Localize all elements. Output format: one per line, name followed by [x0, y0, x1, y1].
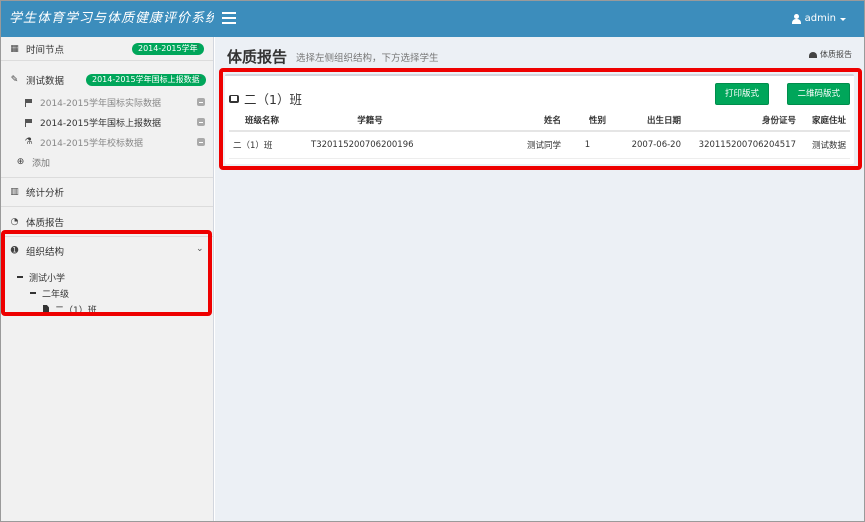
col-name[interactable]: 姓名 — [445, 110, 565, 132]
app-title: 学生体育学习与体质健康评价系统 — [1, 1, 214, 37]
tree-node-label: 二（1）班 — [55, 305, 97, 316]
add-button[interactable]: ⊕ 添加 — [1, 152, 213, 172]
sidebar-toggle-icon[interactable] — [222, 12, 236, 24]
cell-gender: 1 — [565, 131, 610, 159]
cell-birthdate: 2007-06-20 — [610, 131, 685, 159]
cell-id-number: 320115200706204517 — [685, 131, 800, 159]
chevron-down-icon: ⌄ — [196, 244, 204, 254]
tree-node-label: 二年级 — [42, 289, 70, 300]
col-address[interactable]: 家庭住址 — [800, 110, 850, 132]
breadcrumb-label: 体质报告 — [820, 50, 852, 59]
tree-node-grade[interactable]: 二年级 — [1, 285, 213, 301]
inbox-icon — [229, 94, 239, 103]
user-name: admin — [804, 13, 836, 24]
sidebar-item-stats[interactable]: ▥ 统计分析 — [1, 177, 213, 207]
add-label: 添加 — [32, 158, 51, 169]
panel-title-text: 二（1）班 — [244, 92, 302, 107]
chevron-circle-icon: ➊ — [10, 246, 19, 256]
tree-node-school[interactable]: 测试小学 — [1, 269, 213, 285]
table-row[interactable]: 二（1）班 T320115200706200196 测试同学 1 2007-06… — [229, 131, 850, 159]
edit-icon: ✎ — [10, 74, 19, 85]
cell-class: 二（1）班 — [229, 131, 295, 159]
subitem-label: 2014-2015学年国标上报数据 — [40, 118, 162, 129]
org-tree: 测试小学 二年级 二（1）班 — [1, 265, 213, 321]
print-layout-button[interactable]: 打印版式 — [714, 83, 769, 105]
sidebar-item-label: 时间节点 — [26, 44, 65, 56]
user-icon — [791, 14, 801, 24]
collapse-icon — [30, 292, 36, 294]
col-class[interactable]: 班级名称 — [229, 110, 295, 132]
flask-icon: ⚗ — [24, 137, 33, 147]
sidebar-item-test-data[interactable]: ✎ 测试数据 2014-2015学年国标上报数据 ⌄ — [1, 67, 213, 92]
sidebar-item-label: 组织结构 — [26, 247, 65, 258]
page-title: 体质报告 — [227, 48, 288, 66]
collapse-icon — [17, 276, 23, 278]
flag-icon — [23, 118, 34, 127]
col-id-number[interactable]: 身份证号 — [685, 110, 800, 132]
chevron-down-icon: ⌄ — [196, 72, 204, 82]
main-content: 体质报告 选择左侧组织结构，下方选择学生 体质报告 二（1）班 打印版式 二维码… — [215, 37, 864, 521]
sidebar-item-report[interactable]: ◔ 体质报告 — [1, 207, 213, 237]
sidebar-subitem-reported[interactable]: 2014-2015学年国标上报数据 — [1, 112, 213, 132]
top-navbar: admin — [214, 1, 864, 37]
time-node-badge: 2014-2015学年 — [132, 43, 204, 55]
calendar-icon: ▦ — [10, 43, 19, 54]
dashboard-icon: ◔ — [10, 216, 19, 227]
sidebar-subitem-actual[interactable]: 2014-2015学年国标实际数据 — [1, 92, 213, 112]
sidebar-item-label: 体质报告 — [26, 217, 65, 229]
sidebar-item-label: 统计分析 — [26, 188, 65, 199]
sidebar-item-label: 测试数据 — [26, 75, 65, 87]
flag-icon — [23, 98, 34, 107]
breadcrumb[interactable]: 体质报告 — [809, 49, 852, 60]
test-data-badge: 2014-2015学年国标上报数据 — [86, 74, 206, 86]
caret-down-icon — [840, 17, 846, 21]
sidebar-item-time-node[interactable]: ▦ 时间节点 2014-2015学年 ‹ — [1, 37, 213, 61]
table-header-row: 班级名称 学籍号 姓名 性别 出生日期 身份证号 家庭住址 — [229, 110, 850, 132]
user-menu[interactable]: admin — [791, 1, 846, 37]
tree-node-label: 测试小学 — [29, 273, 66, 284]
col-birthdate[interactable]: 出生日期 — [610, 110, 685, 132]
plus-circle-icon: ⊕ — [16, 157, 25, 167]
dashboard-icon — [809, 51, 817, 58]
file-icon — [43, 305, 49, 313]
tree-node-class[interactable]: 二（1）班 — [1, 301, 213, 317]
cell-student-id: T320115200706200196 — [295, 131, 445, 159]
page-subtitle: 选择左侧组织结构，下方选择学生 — [296, 53, 439, 64]
sidebar-subitem-school[interactable]: ⚗ 2014-2015学年校标数据 — [1, 132, 213, 152]
remove-icon[interactable] — [197, 138, 205, 146]
panel-title: 二（1）班 — [229, 89, 302, 108]
class-panel: 二（1）班 打印版式 二维码版式 班级名称 学籍号 姓名 性别 出生日期 身份证… — [225, 74, 854, 164]
chevron-left-icon: ‹ — [196, 42, 200, 52]
sidebar-item-org[interactable]: ➊ 组织结构 ⌄ — [1, 237, 213, 265]
sidebar: ▦ 时间节点 2014-2015学年 ‹ ✎ 测试数据 2014-2015学年国… — [1, 37, 214, 521]
col-gender[interactable]: 性别 — [565, 110, 610, 132]
cell-address: 测试数据 — [800, 131, 850, 159]
subitem-label: 2014-2015学年校标数据 — [40, 138, 144, 149]
remove-icon[interactable] — [197, 118, 205, 126]
student-table: 班级名称 学籍号 姓名 性别 出生日期 身份证号 家庭住址 二（1）班 T320… — [229, 110, 850, 159]
cell-name: 测试同学 — [445, 131, 565, 159]
subitem-label: 2014-2015学年国标实际数据 — [40, 98, 162, 109]
col-student-id[interactable]: 学籍号 — [295, 110, 445, 132]
remove-icon[interactable] — [197, 98, 205, 106]
bar-chart-icon: ▥ — [10, 187, 19, 197]
qrcode-layout-button[interactable]: 二维码版式 — [787, 83, 850, 105]
